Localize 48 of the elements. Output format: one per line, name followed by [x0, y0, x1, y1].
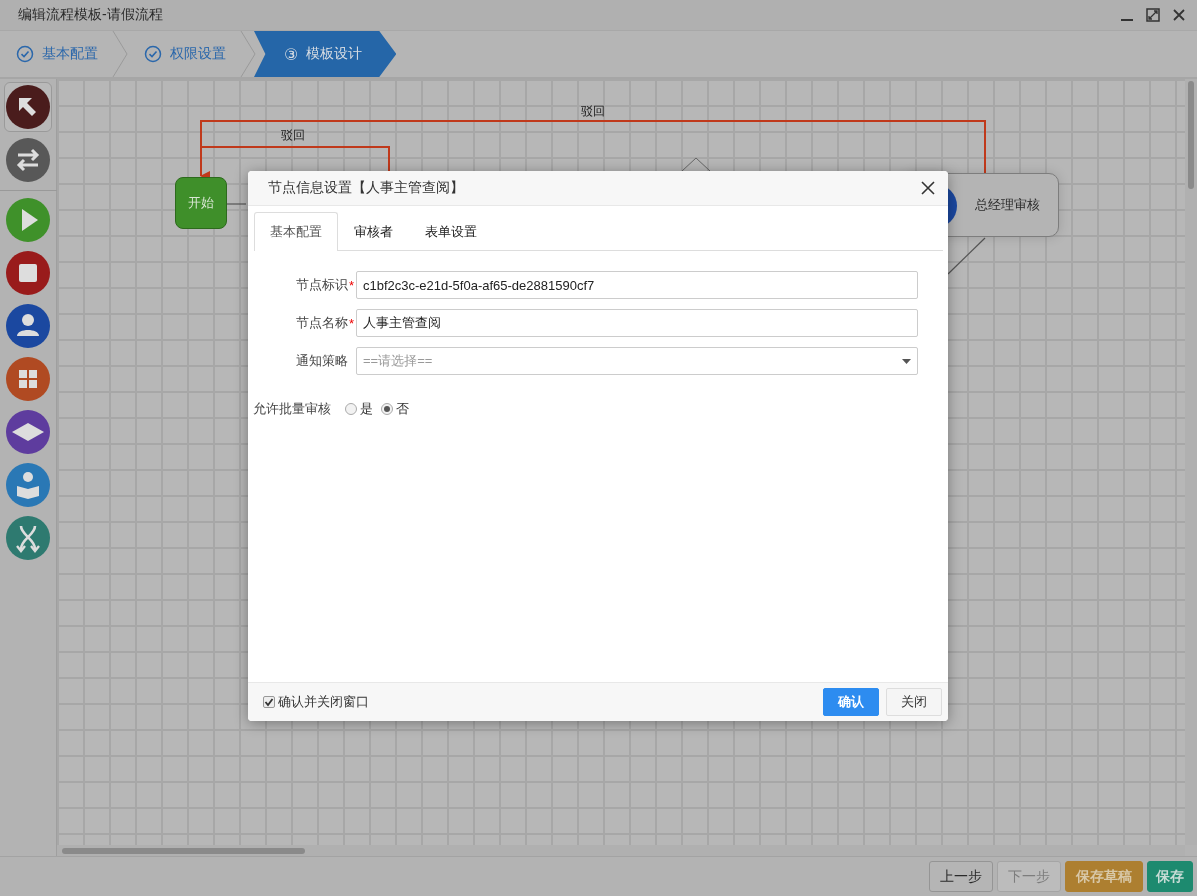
checkbox-label: 确认并关闭窗口 [278, 693, 369, 711]
radio-option[interactable]: 否 [381, 400, 409, 418]
tool-button[interactable] [4, 301, 52, 351]
close-icon[interactable] [920, 180, 936, 196]
close-button[interactable]: 关闭 [886, 688, 942, 716]
grid-icon [5, 356, 51, 402]
input-field[interactable]: 人事主管查阅 [356, 309, 918, 337]
link-label: 驳回 [281, 128, 305, 142]
checkbox[interactable] [263, 696, 275, 708]
field-label: 节点名称 [295, 314, 348, 332]
person-reading-icon [5, 462, 51, 508]
maximize-icon[interactable] [1145, 7, 1161, 23]
stop-icon [5, 250, 51, 296]
dialog-title: 节点信息设置【人事主管查阅】 [268, 179, 465, 197]
tab[interactable]: 基本配置 [254, 212, 338, 251]
required-mark: * [349, 315, 354, 331]
radio-button[interactable] [345, 403, 357, 415]
connector-line [947, 237, 986, 275]
window-title: 编辑流程模板-请假流程 [18, 6, 164, 24]
field-label: 允许批量审核 [253, 400, 332, 418]
field-label: 节点标识 [295, 276, 348, 294]
connector-line [226, 203, 247, 205]
wizard-step[interactable]: ③ 模板设计 [254, 31, 397, 77]
tool-button[interactable] [4, 407, 52, 457]
swap-arrows-icon [5, 137, 51, 183]
gateway-node[interactable] [681, 157, 711, 172]
tool-button[interactable] [4, 248, 52, 298]
crossed-arrows-icon [5, 515, 51, 561]
link-label: 驳回 [581, 104, 605, 118]
footer-button[interactable]: 上一步 [929, 861, 993, 892]
close-icon[interactable] [1171, 7, 1187, 23]
tool-button[interactable] [4, 82, 52, 132]
radio-button[interactable] [381, 403, 393, 415]
caret-icon [902, 358, 911, 364]
play-icon [5, 197, 51, 243]
tab[interactable]: 审核者 [338, 212, 409, 251]
radio-option[interactable]: 是 [345, 400, 373, 418]
required-mark: * [349, 277, 354, 293]
tool-button[interactable] [4, 135, 52, 185]
check-circle-icon [144, 45, 162, 63]
check-circle-icon [16, 45, 34, 63]
step-separator [240, 31, 256, 77]
user-icon [5, 303, 51, 349]
check-icon [264, 697, 274, 707]
step-separator [112, 31, 128, 77]
tab[interactable]: 表单设置 [409, 212, 493, 251]
field-label: 通知策略 [295, 352, 348, 370]
input-field[interactable]: c1bf2c3c-e21d-5f0a-af65-de2881590cf7 [356, 271, 918, 299]
